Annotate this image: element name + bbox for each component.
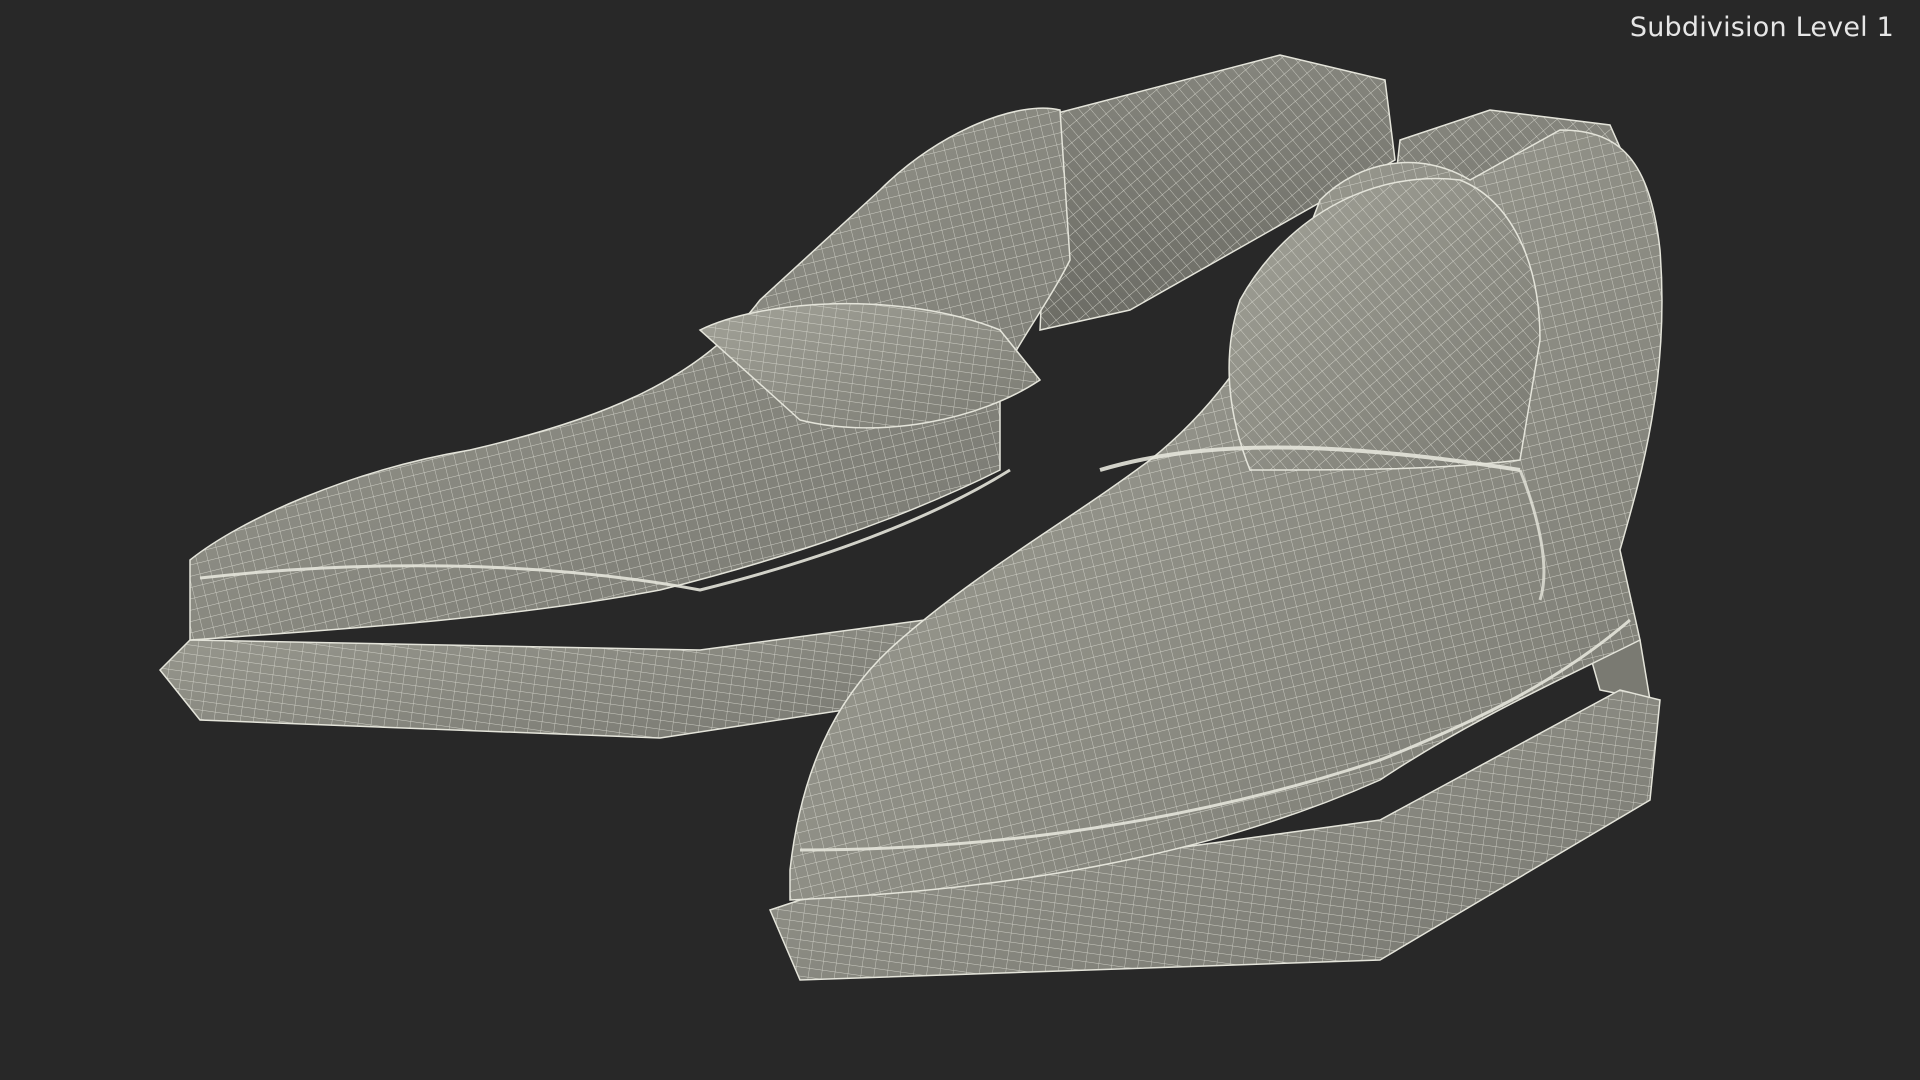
subdivision-level-label: Subdivision Level 1 — [1629, 12, 1894, 43]
shoes-wireframe-render — [158, 54, 1663, 981]
render-viewport: Subdivision Level 1 — [0, 0, 1920, 1080]
